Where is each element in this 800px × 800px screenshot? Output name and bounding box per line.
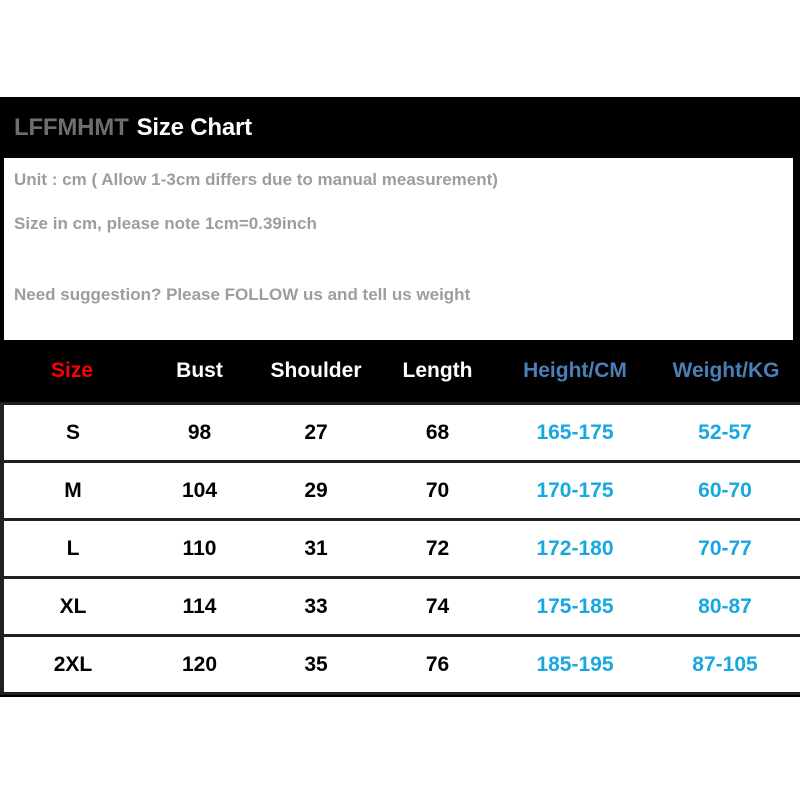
size-table: Size Bust Shoulder Length Height/CM Weig…: [0, 340, 800, 695]
column-header-height: Height/CM: [500, 340, 650, 404]
chart-panel: LFFMHMT Size Chart Unit : cm ( Allow 1-3…: [0, 97, 800, 697]
cell-bust: 120: [142, 634, 257, 695]
cell-weight: 70-77: [650, 518, 800, 579]
brand-name: LFFMHMT: [14, 113, 129, 141]
column-header-length: Length: [375, 340, 500, 404]
cell-bust: 110: [142, 518, 257, 579]
cell-weight: 52-57: [650, 402, 800, 463]
table-row: S 98 27 68 165-175 52-57: [0, 402, 800, 463]
table-row: 2XL 120 35 76 185-195 87-105: [0, 634, 800, 695]
cell-shoulder: 33: [257, 576, 375, 637]
note-unit: Unit : cm ( Allow 1-3cm differs due to m…: [14, 170, 498, 189]
cell-height: 170-175: [500, 460, 650, 521]
cell-length: 76: [375, 634, 500, 695]
cell-height: 172-180: [500, 518, 650, 579]
cell-shoulder: 35: [257, 634, 375, 695]
cell-length: 74: [375, 576, 500, 637]
cell-weight: 87-105: [650, 634, 800, 695]
column-header-bust: Bust: [142, 340, 257, 404]
cell-bust: 114: [142, 576, 257, 637]
table-row: XL 114 33 74 175-185 80-87: [0, 576, 800, 637]
note-follow: Need suggestion? Please FOLLOW us and te…: [14, 285, 471, 304]
cell-shoulder: 31: [257, 518, 375, 579]
table-row: L 110 31 72 172-180 70-77: [0, 518, 800, 579]
cell-size: XL: [0, 576, 142, 637]
cell-weight: 80-87: [650, 576, 800, 637]
table-row: M 104 29 70 170-175 60-70: [0, 460, 800, 521]
cell-size: S: [0, 402, 142, 463]
cell-shoulder: 27: [257, 402, 375, 463]
cell-height: 165-175: [500, 402, 650, 463]
page-title: Size Chart: [136, 113, 253, 141]
size-chart-page: LFFMHMT Size Chart Unit : cm ( Allow 1-3…: [0, 0, 800, 800]
column-header-size: Size: [2, 340, 142, 404]
column-header-shoulder: Shoulder: [257, 340, 375, 404]
cell-length: 70: [375, 460, 500, 521]
cell-length: 72: [375, 518, 500, 579]
size-table-container: Size Bust Shoulder Length Height/CM Weig…: [0, 340, 800, 695]
cell-length: 68: [375, 402, 500, 463]
cell-height: 185-195: [500, 634, 650, 695]
table-header-row: Size Bust Shoulder Length Height/CM Weig…: [2, 340, 800, 404]
measurement-notes: Unit : cm ( Allow 1-3cm differs due to m…: [4, 158, 793, 340]
cell-size: 2XL: [0, 634, 142, 695]
chart-header: LFFMHMT Size Chart: [0, 97, 800, 158]
note-conversion: Size in cm, please note 1cm=0.39inch: [14, 214, 317, 233]
column-header-weight: Weight/KG: [650, 340, 800, 404]
cell-bust: 104: [142, 460, 257, 521]
table-body: S 98 27 68 165-175 52-57 M 104 29 70 170…: [0, 402, 800, 695]
cell-height: 175-185: [500, 576, 650, 637]
table-header: Size Bust Shoulder Length Height/CM Weig…: [2, 340, 800, 404]
cell-bust: 98: [142, 402, 257, 463]
cell-size: L: [0, 518, 142, 579]
cell-shoulder: 29: [257, 460, 375, 521]
cell-weight: 60-70: [650, 460, 800, 521]
cell-size: M: [0, 460, 142, 521]
